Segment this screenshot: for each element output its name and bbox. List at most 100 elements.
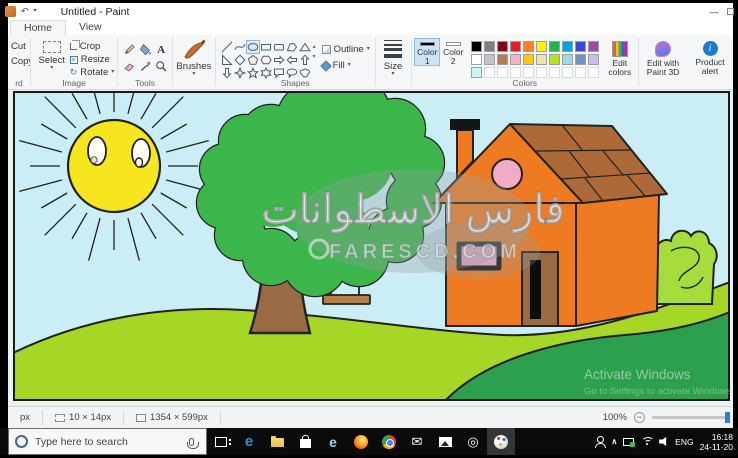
- shape-rounded-rectangle-icon[interactable]: [273, 41, 285, 53]
- zoom-slider-handle[interactable]: [725, 412, 730, 423]
- paint-icon: [494, 435, 508, 449]
- color2-button[interactable]: Color 2: [440, 38, 466, 66]
- palette-color[interactable]: [523, 41, 534, 52]
- rotate-button[interactable]: ↻Rotate▾: [70, 67, 115, 78]
- shape-triangle-icon[interactable]: [299, 41, 311, 53]
- color-picker-tool-icon[interactable]: [137, 58, 153, 75]
- crop-button[interactable]: Crop: [70, 41, 115, 52]
- palette-color[interactable]: [588, 54, 599, 65]
- recorder-button[interactable]: ◎: [459, 428, 487, 455]
- people-icon[interactable]: [593, 436, 605, 448]
- resize-button[interactable]: Resize: [70, 54, 115, 65]
- palette-color[interactable]: [588, 67, 599, 78]
- zoom-slider[interactable]: [652, 416, 730, 419]
- internet-explorer-button[interactable]: e: [319, 428, 347, 455]
- shape-arrow-up-icon[interactable]: [299, 54, 311, 66]
- shape-pentagon-icon[interactable]: [247, 54, 259, 66]
- palette-color[interactable]: [549, 67, 560, 78]
- shapes-scroll-down-icon[interactable]: ▾: [313, 53, 316, 60]
- paint-taskbar-button[interactable]: [487, 428, 515, 455]
- paint-canvas[interactable]: فارس الاسطوانات FARESCD.COM Activate Win…: [13, 91, 730, 401]
- cut-button[interactable]: Cut: [11, 41, 26, 52]
- file-explorer-button[interactable]: [263, 428, 291, 455]
- brushes-button[interactable]: Brushes ▾: [176, 37, 212, 78]
- palette-color[interactable]: [562, 41, 573, 52]
- shape-curve-icon[interactable]: [234, 41, 246, 53]
- chevron-down-icon: ▾: [111, 70, 114, 75]
- size-button[interactable]: Size ▾: [379, 37, 408, 78]
- palette-color[interactable]: [536, 41, 547, 52]
- product-alert-button[interactable]: i Product alert: [690, 37, 730, 78]
- photos-button[interactable]: [431, 428, 459, 455]
- palette-color[interactable]: [549, 41, 560, 52]
- shape-line-icon[interactable]: [221, 41, 233, 53]
- zoom-out-button[interactable]: −: [634, 412, 645, 423]
- microphone-icon[interactable]: [189, 438, 194, 446]
- tray-chevron-up-icon[interactable]: ∧: [611, 437, 617, 446]
- shape-right-triangle-icon[interactable]: [221, 54, 233, 66]
- palette-color[interactable]: [471, 67, 482, 78]
- activate-windows-line1: Activate Windows: [584, 367, 691, 382]
- wifi-icon[interactable]: [640, 437, 653, 447]
- mail-button[interactable]: ✉: [403, 428, 431, 455]
- palette-color[interactable]: [523, 54, 534, 65]
- text-tool-icon[interactable]: A: [153, 41, 169, 58]
- palette-color[interactable]: [497, 67, 508, 78]
- palette-color[interactable]: [484, 67, 495, 78]
- eraser-tool-icon[interactable]: [121, 58, 137, 75]
- edit-with-paint3d-button[interactable]: Edit with Paint 3D: [642, 37, 684, 78]
- outline-button[interactable]: Outline▾: [322, 44, 370, 55]
- search-input[interactable]: Type here to search: [8, 428, 207, 455]
- color1-button[interactable]: Color 1: [414, 38, 440, 66]
- shape-arrow-left-icon[interactable]: [286, 54, 298, 66]
- clock[interactable]: 16:18 24-11-20: [700, 432, 733, 452]
- palette-color[interactable]: [575, 67, 586, 78]
- edge-button[interactable]: e: [235, 428, 263, 455]
- palette-color[interactable]: [562, 67, 573, 78]
- palette-color[interactable]: [536, 67, 547, 78]
- tab-home[interactable]: Home: [10, 20, 66, 35]
- shape-diamond-icon[interactable]: [234, 54, 246, 66]
- palette-color[interactable]: [471, 41, 482, 52]
- palette-color[interactable]: [497, 54, 508, 65]
- shape-rectangle-icon[interactable]: [260, 41, 272, 53]
- language-indicator[interactable]: ENG: [675, 437, 693, 447]
- fill-tool-icon[interactable]: [137, 41, 153, 58]
- palette-color[interactable]: [497, 41, 508, 52]
- pencil-tool-icon[interactable]: [121, 41, 137, 58]
- shape-hexagon-icon[interactable]: [260, 54, 272, 66]
- store-button[interactable]: [291, 428, 319, 455]
- firefox-button[interactable]: [347, 428, 375, 455]
- palette-color[interactable]: [471, 54, 482, 65]
- qat-dropdown-icon[interactable]: ▾: [34, 6, 37, 17]
- tab-view[interactable]: View: [66, 20, 115, 35]
- chrome-button[interactable]: [375, 428, 403, 455]
- palette-color[interactable]: [510, 41, 521, 52]
- edit-colors-button[interactable]: Edit colors: [604, 37, 635, 78]
- minimize-button[interactable]: —: [701, 7, 727, 17]
- shape-polygon-icon[interactable]: [286, 41, 298, 53]
- volume-icon[interactable]: [659, 437, 669, 447]
- palette-color[interactable]: [484, 41, 495, 52]
- palette-color[interactable]: [562, 54, 573, 65]
- shape-arrow-right-icon[interactable]: [273, 54, 285, 66]
- magnifier-tool-icon[interactable]: [153, 58, 169, 75]
- copy-button[interactable]: Copy: [11, 56, 30, 67]
- pc-status-icon[interactable]: [623, 438, 634, 446]
- select-button[interactable]: Select ▾: [34, 37, 70, 78]
- palette-color[interactable]: [484, 54, 495, 65]
- palette-color[interactable]: [536, 54, 547, 65]
- fill-button[interactable]: Fill▾: [322, 60, 370, 71]
- palette-color[interactable]: [510, 67, 521, 78]
- palette-color[interactable]: [549, 54, 560, 65]
- shapes-scroll-up-icon[interactable]: ▴: [313, 43, 316, 50]
- palette-color[interactable]: [575, 41, 586, 52]
- palette-color[interactable]: [523, 67, 534, 78]
- shape-oval-icon[interactable]: [247, 41, 259, 53]
- palette-color[interactable]: [588, 41, 599, 52]
- palette-color[interactable]: [575, 54, 586, 65]
- maximize-button[interactable]: [727, 8, 734, 15]
- undo-icon[interactable]: ↶: [21, 6, 29, 17]
- palette-color[interactable]: [510, 54, 521, 65]
- task-view-button[interactable]: [207, 428, 235, 455]
